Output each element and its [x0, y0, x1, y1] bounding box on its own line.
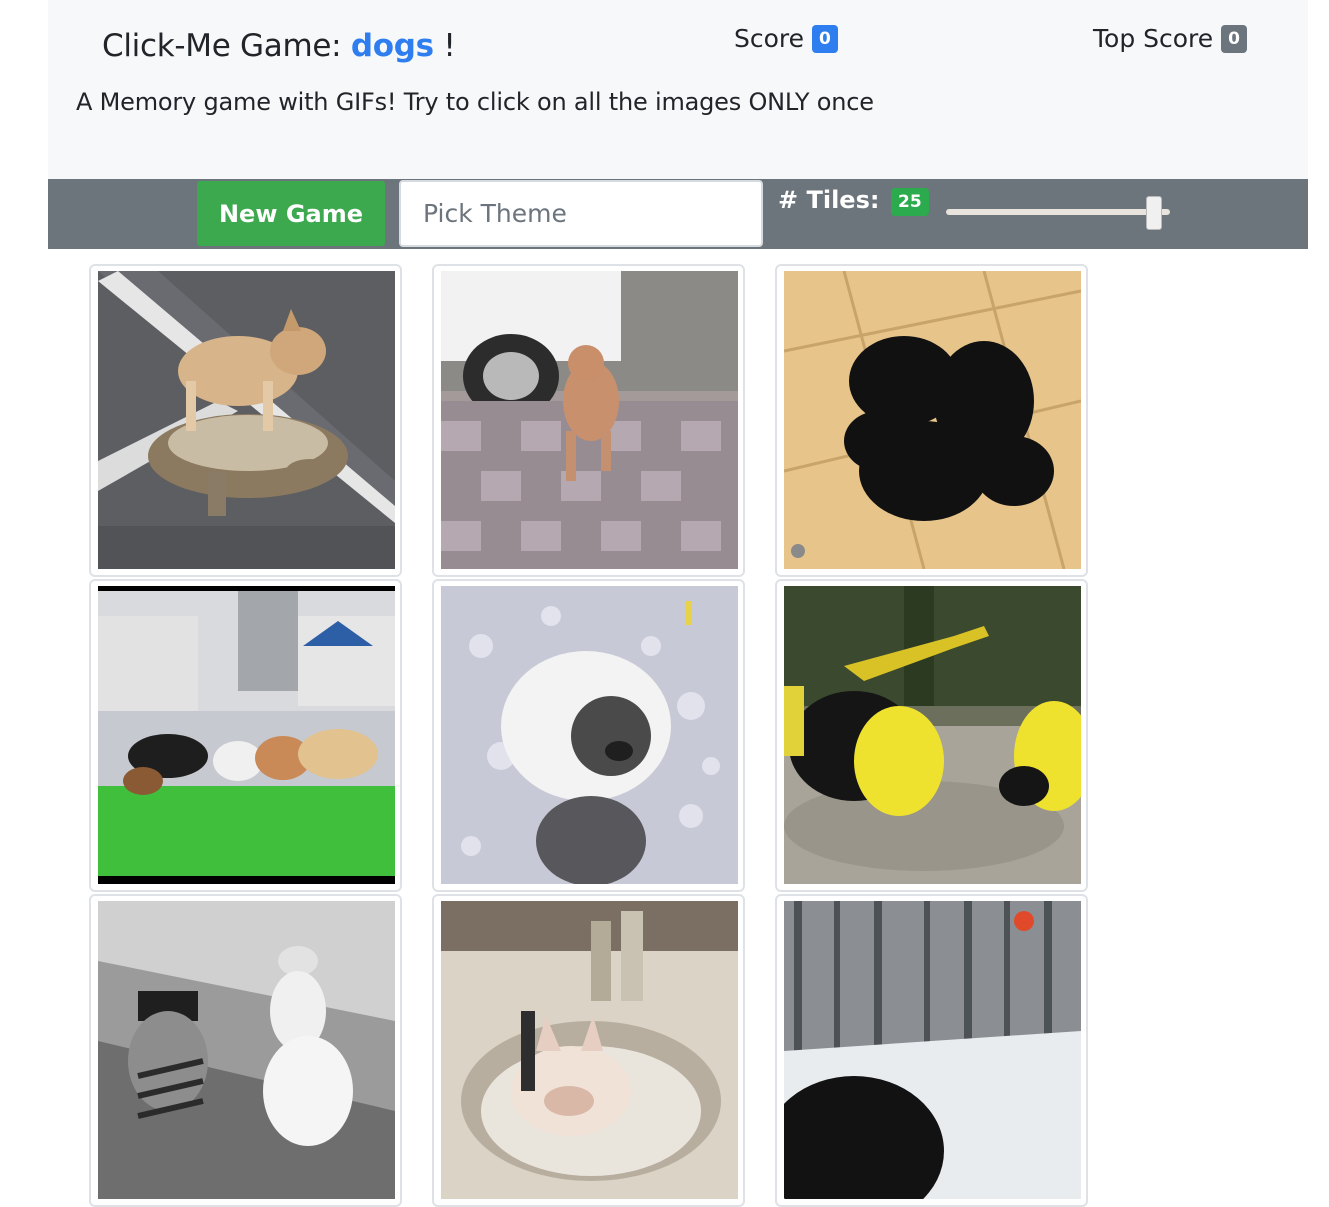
dogs-in-hard-hats-image	[784, 586, 1081, 884]
top-score-badge: 0	[1221, 24, 1247, 53]
tiles-count-badge: 25	[891, 188, 929, 216]
gif-tile-dog-on-tile-pavement[interactable]	[432, 264, 745, 577]
dog-in-snow-image	[784, 901, 1081, 1199]
bulldog-in-sink-image	[441, 901, 738, 1199]
dogs-on-green-carpet-image	[98, 586, 395, 884]
tiles-slider-track[interactable]	[946, 209, 1170, 215]
dog-on-tile-pavement-image	[441, 271, 738, 569]
gif-tile-dogs-in-hard-hats[interactable]	[775, 579, 1088, 892]
gif-tile-dogs-on-green-carpet[interactable]	[89, 579, 402, 892]
gif-tile-black-puppies-pile[interactable]	[775, 264, 1088, 577]
score-label: Score	[734, 24, 805, 53]
new-game-button[interactable]: New Game	[197, 181, 385, 246]
gif-tile-windblown-fluffy-dog[interactable]	[432, 579, 745, 892]
top-score-label: Top Score	[1093, 24, 1214, 53]
score-badge: 0	[812, 24, 838, 53]
score-display: Score 0	[734, 24, 838, 53]
windblown-fluffy-dog-image	[441, 586, 738, 884]
costumed-dogs-bw-image	[98, 901, 395, 1199]
black-puppies-pile-image	[784, 271, 1081, 569]
gif-tile-bulldog-in-sink[interactable]	[432, 894, 745, 1207]
title-suffix: !	[433, 28, 456, 64]
page-title: Click-Me Game: dogs !	[102, 28, 456, 64]
title-prefix: Click-Me Game:	[102, 28, 351, 64]
dog-on-tortoise-image	[98, 271, 395, 569]
gif-tile-dog-in-snow[interactable]	[775, 894, 1088, 1207]
tiles-count-label: # Tiles:	[778, 186, 880, 214]
tiles-slider-thumb[interactable]	[1146, 196, 1163, 230]
top-score-display: Top Score 0	[1093, 24, 1247, 53]
game-description: A Memory game with GIFs! Try to click on…	[76, 88, 874, 116]
current-theme: dogs	[350, 28, 434, 64]
theme-input[interactable]	[399, 180, 763, 247]
gif-tile-dog-on-tortoise[interactable]	[89, 264, 402, 577]
gif-tile-costumed-dogs-bw[interactable]	[89, 894, 402, 1207]
